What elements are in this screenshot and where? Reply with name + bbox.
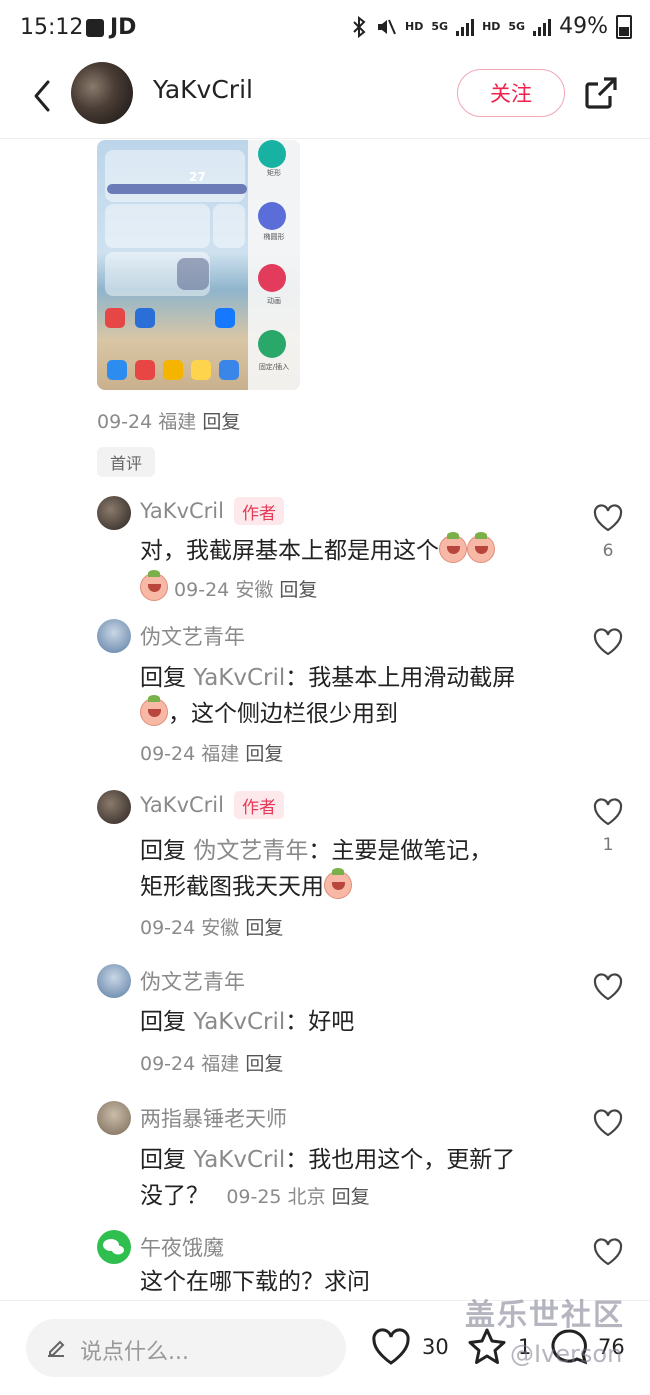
signal-icon [456, 18, 475, 36]
avatar[interactable] [71, 62, 133, 124]
comment-text: 这个在哪下载的？求问 [140, 1269, 370, 1295]
battery-percent: 49% [559, 14, 608, 39]
like-heart-icon[interactable] [370, 1326, 412, 1368]
like-heart-icon[interactable] [592, 627, 624, 657]
comment-text: 回复 YaKvCril：我基本上用滑动截屏 ，这个侧边栏很少用到 [140, 665, 516, 727]
comment-reply-button[interactable]: 回复 [245, 1053, 283, 1075]
like-heart-icon[interactable] [592, 972, 624, 1002]
signal-icon-2 [533, 18, 552, 36]
comment-reply-button[interactable]: 回复 [245, 917, 283, 939]
watermark: 盖乐世社区 [465, 1298, 625, 1333]
post-screenshot-image[interactable]: 27 矩形 椭圆形 动画 固定/插入 [97, 140, 300, 390]
network-5g-1: 5G [431, 20, 449, 33]
like-heart-icon[interactable] [592, 797, 624, 827]
post-reply-button[interactable]: 回复 [202, 411, 240, 433]
like-count: 6 [602, 541, 614, 561]
header-username[interactable]: YaKvCril [153, 75, 253, 104]
status-time: 15:12 [20, 15, 84, 40]
comment-author[interactable]: 午夜饿魔 [140, 1232, 224, 1262]
comment-text: 回复 伪文艺青年：主要是做笔记， 矩形截图我天天用 [140, 838, 493, 900]
peach-emoji-icon [140, 695, 168, 726]
comment-author[interactable]: YaKvCril [140, 793, 224, 817]
network-hd-1: HD [405, 20, 424, 33]
comment-author[interactable]: YaKvCril [140, 499, 224, 523]
peach-emoji-icon [140, 570, 168, 601]
comment-reply-button[interactable]: 回复 [245, 743, 283, 765]
status-bar: 15:12 JD HD 5G HD 5G 49% [0, 0, 650, 58]
avatar[interactable] [97, 964, 131, 998]
share-icon[interactable] [582, 74, 620, 112]
comment-author[interactable]: 伪文艺青年 [140, 621, 245, 651]
post-meta: 09-24 福建 回复 [97, 407, 240, 434]
watermark-handle: @Iverson [510, 1340, 623, 1368]
comment-author[interactable]: 伪文艺青年 [140, 966, 245, 996]
peach-emoji-icon [467, 532, 495, 563]
avatar[interactable] [97, 496, 131, 530]
comment-meta: 09-24 安徽 回复 [140, 917, 284, 939]
comment-meta: 09-24 福建 回复 [140, 1053, 284, 1075]
author-badge: 作者 [234, 497, 284, 525]
comment-reply-button[interactable]: 回复 [332, 1186, 370, 1208]
bluetooth-icon [353, 15, 366, 38]
comment-author[interactable]: 两指暴锤老天师 [140, 1103, 287, 1133]
back-arrow-icon[interactable] [24, 76, 64, 116]
like-count: 30 [422, 1335, 449, 1359]
like-heart-icon[interactable] [592, 1237, 624, 1267]
peach-emoji-icon [324, 868, 352, 899]
pen-icon [48, 1340, 65, 1357]
comment-meta: 09-24 安徽 回复 [140, 570, 317, 602]
widget-weather [105, 150, 245, 202]
like-count: 1 [602, 835, 614, 855]
comment-meta: 09-24 福建 回复 [140, 743, 284, 765]
like-heart-icon[interactable] [592, 503, 624, 533]
comment-input[interactable]: 说点什么... [26, 1319, 346, 1377]
gallery-notification-icon [86, 19, 104, 37]
mute-icon [378, 19, 396, 34]
first-comment-tag: 首评 [97, 447, 155, 477]
screenshot-side-panel: 矩形 椭圆形 动画 固定/插入 [248, 140, 300, 390]
avatar[interactable] [97, 619, 131, 653]
wechat-icon [103, 1239, 124, 1255]
author-badge: 作者 [234, 791, 284, 819]
post-date: 09-24 [97, 411, 153, 433]
thumb-temperature: 27 [189, 170, 206, 184]
like-heart-icon[interactable] [592, 1108, 624, 1138]
comment-meta: 09-25 北京 回复 [226, 1186, 370, 1208]
network-5g-2: 5G [508, 20, 526, 33]
widget-steps [105, 204, 210, 248]
battery-icon [616, 14, 632, 39]
avatar[interactable] [97, 1230, 131, 1264]
header: YaKvCril 关注 [0, 58, 650, 139]
post-location: 福建 [158, 411, 197, 433]
follow-button[interactable]: 关注 [457, 69, 565, 117]
comment-input-placeholder: 说点什么... [80, 1340, 189, 1365]
jd-notification-icon: JD [110, 15, 137, 40]
peach-emoji-icon [439, 532, 467, 563]
comment-text: 回复 YaKvCril：我也用这个，更新了 没了？ 09-25 北京 回复 [140, 1147, 516, 1209]
comment-reply-button[interactable]: 回复 [279, 579, 317, 601]
avatar[interactable] [97, 790, 131, 824]
avatar[interactable] [97, 1101, 131, 1135]
comment-text: 回复 YaKvCril：好吧 [140, 1009, 355, 1035]
network-hd-2: HD [482, 20, 501, 33]
comment-text: 对，我截屏基本上都是用这个 [140, 532, 495, 569]
